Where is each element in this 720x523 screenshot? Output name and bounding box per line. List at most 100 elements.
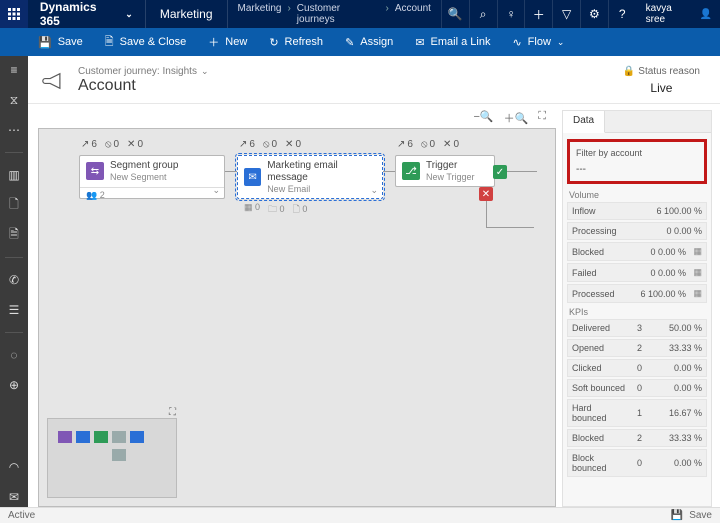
- search-icon[interactable]: 🔍: [441, 0, 469, 28]
- list-icon[interactable]: ☰: [4, 300, 24, 320]
- kpi-row: Blocked233.33 %: [567, 429, 707, 447]
- volume-row: Processed6 100.00 %▦: [567, 284, 707, 303]
- minimap[interactable]: ⛶: [47, 418, 177, 498]
- volume-row: Blocked0 0.00 %▦: [567, 242, 707, 261]
- people-icon: 👥 2: [86, 190, 105, 201]
- chevron-down-icon: ⌄: [557, 37, 565, 48]
- assign-button[interactable]: ✎Assign: [335, 28, 403, 56]
- person-icon: 👤: [700, 9, 712, 20]
- flow-button[interactable]: ∿Flow⌄: [502, 28, 574, 56]
- segment-icon: ⇆: [86, 162, 104, 180]
- data-panel: Data Filter by account --- Volume Inflow…: [562, 110, 712, 507]
- record-status: Active: [8, 510, 35, 521]
- refresh-icon: ↻: [269, 36, 278, 49]
- user-menu[interactable]: kavya sree 👤: [636, 3, 720, 25]
- filter-icon[interactable]: ▽: [552, 0, 580, 28]
- zoom-out-icon[interactable]: −🔍: [473, 110, 493, 128]
- megaphone-icon: [42, 71, 68, 91]
- plus-icon: ＋: [208, 34, 219, 50]
- page-icon[interactable]: 🗎: [4, 225, 24, 245]
- save-close-button[interactable]: 🗎Save & Close: [95, 28, 197, 56]
- brand-name: Dynamics 365: [40, 0, 119, 28]
- volume-row: Processing0 0.00 %: [567, 222, 707, 240]
- volume-row: Failed0 0.00 %▦: [567, 263, 707, 282]
- chevron-down-icon: ⌄: [125, 9, 133, 20]
- assign-icon: ✎: [345, 36, 354, 49]
- more-icon[interactable]: ⋯: [4, 120, 24, 140]
- check-icon: ✓: [493, 165, 507, 179]
- footer-save[interactable]: Save: [689, 510, 712, 521]
- crumb[interactable]: Account: [395, 3, 431, 25]
- grid-icon: ▦: [690, 267, 702, 278]
- brand-switcher[interactable]: Dynamics 365 ⌄: [28, 0, 146, 28]
- help-icon[interactable]: ?: [608, 0, 636, 28]
- mail-nav-icon[interactable]: ✉: [4, 487, 24, 507]
- lock-icon: 🔒: [623, 66, 635, 77]
- save-icon[interactable]: 💾: [671, 510, 683, 521]
- trigger-icon: ⎇: [402, 162, 420, 180]
- page-title: Account: [78, 77, 209, 95]
- flow-icon: ∿: [512, 36, 521, 49]
- phone-icon[interactable]: ✆: [4, 270, 24, 290]
- top-actions: 🔍 ⌕ ♀ ＋ ▽ ⚙ ? kavya sree 👤: [441, 0, 720, 28]
- chevron-down-icon[interactable]: ⌄: [370, 185, 378, 196]
- grid-icon: ▦: [690, 246, 702, 257]
- refresh-button[interactable]: ↻Refresh: [259, 28, 333, 56]
- grid-icon: ▦: [690, 288, 702, 299]
- user-name: kavya sree: [646, 3, 694, 25]
- kpi-heading: KPIs: [569, 307, 705, 317]
- tab-data[interactable]: Data: [563, 111, 605, 133]
- kpi-row: Soft bounced00.00 %: [567, 379, 707, 397]
- zoom-in-icon[interactable]: ＋🔍: [504, 110, 529, 128]
- area-name[interactable]: Marketing: [146, 0, 228, 28]
- save-icon: 💾: [38, 36, 52, 49]
- crumb[interactable]: Customer journeys: [297, 3, 380, 25]
- fit-icon[interactable]: ⛶: [538, 110, 546, 128]
- volume-row: Inflow6 100.00 %: [567, 202, 707, 220]
- app-launcher-button[interactable]: [0, 0, 28, 28]
- crumb[interactable]: Marketing: [238, 3, 282, 25]
- menu-icon[interactable]: ≡: [4, 60, 24, 80]
- kpi-row: Delivered350.00 %: [567, 319, 707, 337]
- status-reason: 🔒Status reason Live: [623, 66, 700, 95]
- status-bar: Active 💾 Save: [0, 507, 720, 523]
- expand-icon[interactable]: ⛶: [169, 407, 176, 418]
- new-button[interactable]: ＋New: [198, 28, 257, 56]
- journey-canvas[interactable]: ↗ 6 ⦸ 0 ✕ 0 ↗ 6 ⦸ 0 ✕ 0 ↗ 6 ⦸ 0 ✕ 0: [38, 128, 556, 507]
- chart-icon[interactable]: ▥: [4, 165, 24, 185]
- doc-icon[interactable]: 🗋: [4, 195, 24, 215]
- page-header: Customer journey: Insights ⌄ Account 🔒Sta…: [28, 56, 720, 104]
- announce-icon[interactable]: ◠: [4, 457, 24, 477]
- save-button[interactable]: 💾Save: [28, 28, 93, 56]
- volume-heading: Volume: [569, 190, 705, 200]
- email-node[interactable]: ✉ Marketing email messageNew Email ▦ 0 🗀…: [237, 155, 383, 199]
- assistant-icon[interactable]: ♀: [497, 0, 525, 28]
- kpi-row: Hard bounced116.67 %: [567, 399, 707, 427]
- mail-icon: ✉: [244, 168, 261, 186]
- email-link-button[interactable]: ✉Email a Link: [405, 28, 500, 56]
- settings-icon[interactable]: ⚙: [580, 0, 608, 28]
- trigger-node[interactable]: ⎇ TriggerNew Trigger: [395, 155, 495, 187]
- global-topbar: Dynamics 365 ⌄ Marketing Marketing› Cust…: [0, 0, 720, 28]
- recent-icon[interactable]: ⧖: [4, 90, 24, 110]
- breadcrumb: Marketing› Customer journeys› Account: [228, 3, 441, 25]
- kpi-row: Block bounced00.00 %: [567, 449, 707, 477]
- mail-icon: ✉: [415, 36, 424, 49]
- save-close-icon: 🗎: [105, 33, 114, 52]
- chevron-down-icon[interactable]: ⌄: [201, 66, 209, 77]
- task-icon[interactable]: ⌕: [469, 0, 497, 28]
- status-value: Live: [623, 81, 700, 95]
- x-icon: ✕: [479, 187, 493, 201]
- filter-label: Filter by account: [576, 148, 698, 158]
- globe-icon[interactable]: ⊕: [4, 375, 24, 395]
- add-icon[interactable]: ＋: [524, 0, 552, 28]
- page-subtitle: Customer journey: Insights: [78, 66, 197, 77]
- kpi-row: Clicked00.00 %: [567, 359, 707, 377]
- kpi-row: Opened233.33 %: [567, 339, 707, 357]
- left-nav-rail: ≡ ⧖ ⋯ ▥ 🗋 🗎 ✆ ☰ ◌ ⊕ ◠ ✉: [0, 56, 28, 507]
- segment-node[interactable]: ⇆ Segment groupNew Segment 👥 2 ⌄: [79, 155, 225, 199]
- chevron-down-icon[interactable]: ⌄: [212, 185, 220, 196]
- filter-value: ---: [576, 164, 698, 175]
- person-icon[interactable]: ◌: [4, 345, 24, 365]
- filter-by-account[interactable]: Filter by account ---: [567, 139, 707, 184]
